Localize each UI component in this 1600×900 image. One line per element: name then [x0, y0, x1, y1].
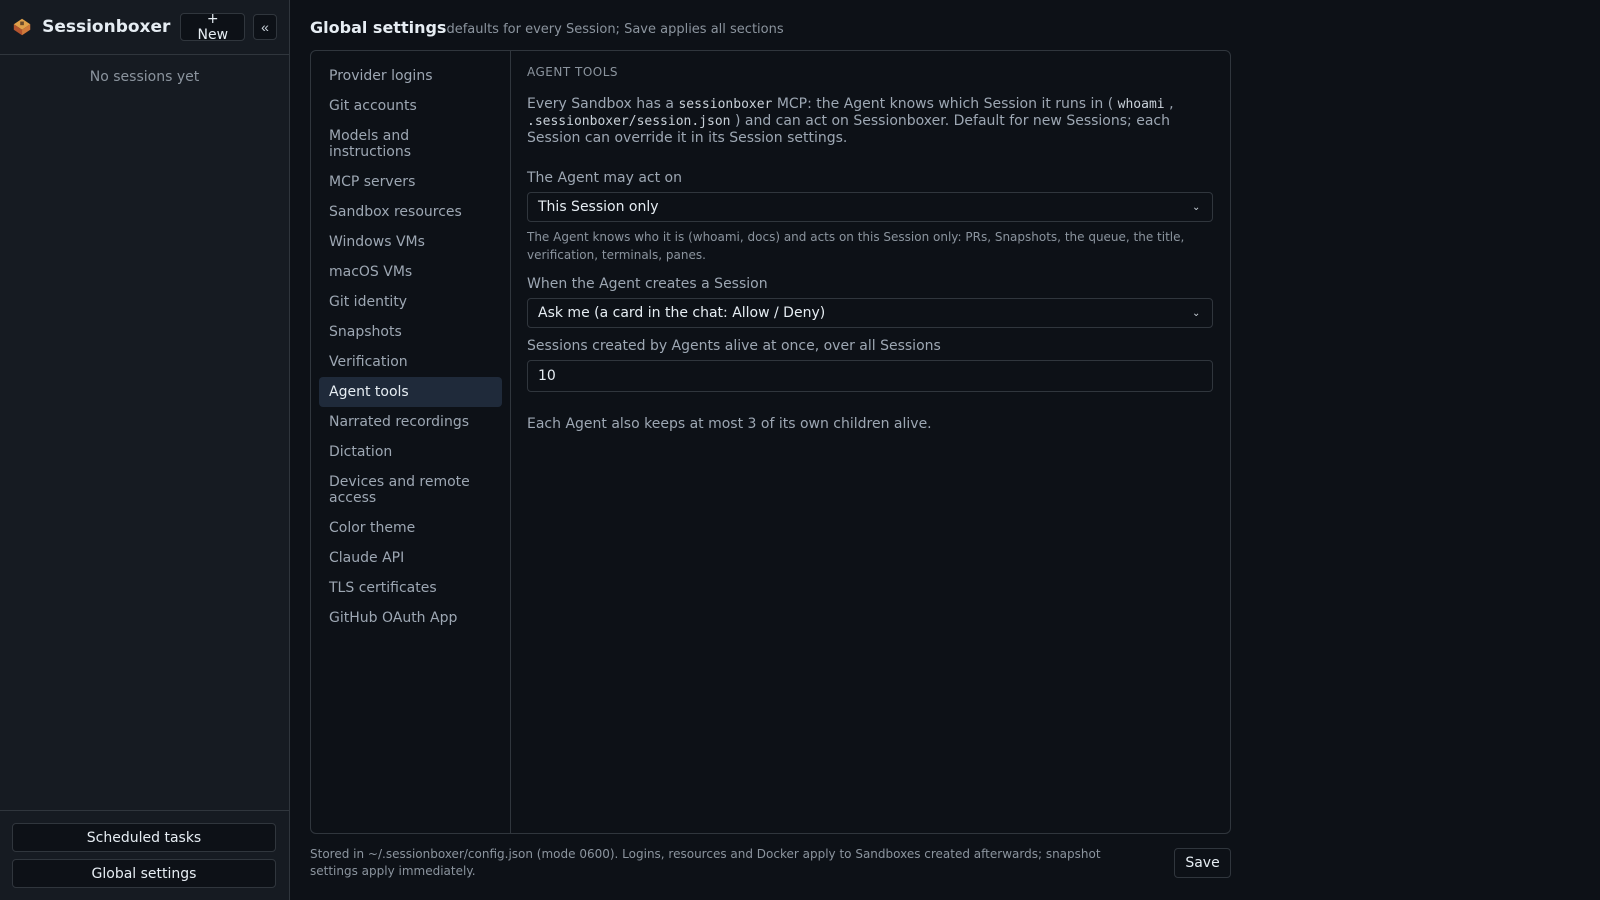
new-session-label: + New [197, 11, 229, 43]
new-session-button[interactable]: + New [180, 11, 246, 43]
intro-code-whoami: whoami [1117, 97, 1165, 112]
collapse-sidebar-button[interactable]: « [253, 14, 277, 40]
act-on-label: The Agent may act on [527, 170, 682, 186]
sidebar: Sessionboxer + New « No sessions yet Sch… [0, 0, 290, 900]
settings-content: AGENT TOOLS Every Sandbox has a sessionb… [511, 51, 1230, 833]
nav-item-github-oauth-app[interactable]: GitHub OAuth App [319, 603, 502, 633]
nav-item-macos-vms[interactable]: macOS VMs [319, 257, 502, 287]
alive-value: 10 [538, 368, 556, 384]
settings-nav: Provider logins Git accounts Models and in… [311, 51, 511, 833]
scheduled-tasks-button[interactable]: Scheduled tasks [12, 823, 276, 852]
app-title: Sessionboxer [42, 17, 171, 37]
alive-input[interactable]: 10 [527, 360, 1213, 392]
creates-select[interactable]: Ask me (a card in the chat: Allow / Deny… [527, 298, 1213, 328]
nav-item-windows-vms[interactable]: Windows VMs [319, 227, 502, 257]
nav-item-claude-api[interactable]: Claude API [319, 543, 502, 573]
nav-item-models-and-instructions[interactable]: Models and instructions [319, 121, 502, 167]
footer-note: Stored in ~/.sessionboxer/config.json (m… [310, 847, 1101, 878]
creates-value: Ask me (a card in the chat: Allow / Deny… [538, 305, 826, 321]
page-subtitle: defaults for every Session; Save applies… [446, 22, 784, 37]
nav-item-color-theme[interactable]: Color theme [319, 513, 502, 543]
nav-item-narrated-recordings[interactable]: Narrated recordings [319, 407, 502, 437]
empty-sessions-text: No sessions yet [89, 69, 200, 85]
intro-text-2: MCP: the Agent knows which Session it ru… [772, 96, 1118, 112]
act-on-help: The Agent knows who it is (whoami, docs)… [527, 230, 1185, 262]
settings-panel: Provider logins Git accounts Models and in… [310, 50, 1231, 834]
sidebar-header: Sessionboxer + New « [0, 0, 289, 55]
nav-item-verification[interactable]: Verification [319, 347, 502, 377]
app-logo-icon [13, 18, 31, 36]
section-title: AGENT TOOLS [527, 65, 619, 79]
chevron-down-icon: ⌄ [1192, 308, 1201, 319]
nav-item-provider-logins[interactable]: Provider logins [319, 61, 502, 91]
intro-text-3: , [1164, 96, 1174, 112]
nav-item-dictation[interactable]: Dictation [319, 437, 502, 467]
act-on-value: This Session only [538, 199, 659, 215]
nav-item-devices-and-remote-access[interactable]: Devices and remote access [319, 467, 502, 513]
nav-item-snapshots[interactable]: Snapshots [319, 317, 502, 347]
page-header: Global settings defaults for every Sessi… [310, 18, 784, 37]
nav-item-sandbox-resources[interactable]: Sandbox resources [319, 197, 502, 227]
page-title: Global settings [310, 18, 447, 37]
intro-text-1: Every Sandbox has a [527, 96, 679, 112]
section-intro: Every Sandbox has a sessionboxer MCP: th… [527, 96, 1214, 146]
intro-code-mcp: sessionboxer [678, 97, 773, 112]
intro-code-path: .sessionboxer/session.json [527, 114, 731, 129]
nav-item-tls-certificates[interactable]: TLS certificates [319, 573, 502, 603]
creates-label: When the Agent creates a Session [527, 276, 768, 292]
alive-label: Sessions created by Agents alive at once… [527, 338, 941, 354]
collapse-icon: « [261, 19, 269, 35]
children-note: Each Agent also keeps at most 3 of its o… [527, 416, 932, 432]
main-area: Global settings defaults for every Sessi… [290, 0, 1600, 900]
act-on-select[interactable]: This Session only ⌄ [527, 192, 1213, 222]
global-settings-button[interactable]: Global settings [12, 859, 276, 888]
chevron-down-icon: ⌄ [1192, 202, 1201, 213]
nav-item-mcp-servers[interactable]: MCP servers [319, 167, 502, 197]
nav-item-git-identity[interactable]: Git identity [319, 287, 502, 317]
sidebar-footer: Scheduled tasks Global settings [0, 810, 289, 900]
nav-item-agent-tools[interactable]: Agent tools [319, 377, 502, 407]
save-button[interactable]: Save [1174, 848, 1231, 878]
nav-item-git-accounts[interactable]: Git accounts [319, 91, 502, 121]
